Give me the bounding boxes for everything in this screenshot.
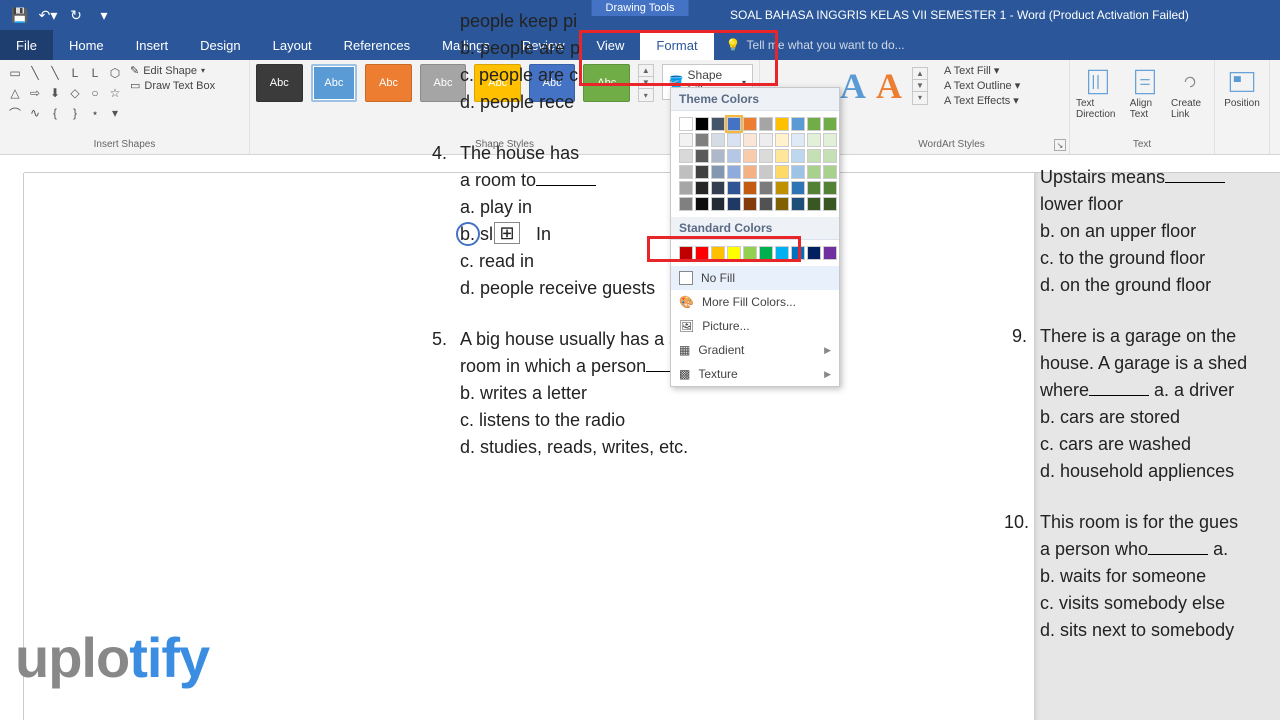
watermark: uplotify (15, 625, 209, 690)
draw-text-box-button[interactable]: ▭Draw Text Box (130, 79, 215, 92)
theme-colors-grid[interactable] (671, 111, 839, 217)
textbox-icon: ▭ (130, 79, 140, 92)
tab-insert[interactable]: Insert (120, 30, 185, 60)
qat-more-icon[interactable]: ▾ (92, 4, 116, 26)
shape-style-2[interactable]: Abc (311, 64, 358, 102)
question-number: 10. (1004, 509, 1029, 536)
group-label: Insert Shapes (6, 137, 243, 152)
layout-options-icon[interactable]: ⊞ (494, 222, 520, 244)
submenu-arrow-icon: ▶ (824, 345, 831, 356)
shape-fill-dropdown: Theme Colors Standard Colors No Fill 🎨 M… (670, 87, 840, 387)
save-icon[interactable]: 💾 (8, 4, 32, 26)
quick-access-toolbar: 💾 ↶▾ ↻ ▾ (0, 4, 124, 26)
no-fill-item[interactable]: No Fill (671, 266, 839, 290)
shape-style-1[interactable]: Abc (256, 64, 303, 102)
texture-icon: ▩ (679, 367, 690, 381)
gradient-fill-item[interactable]: ▦ Gradient ▶ (671, 338, 839, 362)
gradient-icon: ▦ (679, 343, 690, 357)
more-fill-colors-item[interactable]: 🎨 More Fill Colors... (671, 290, 839, 314)
submenu-arrow-icon: ▶ (824, 369, 831, 380)
group-insert-shapes: ▭╲╲LL⬡ △⇨⬇◇○☆ ⌒∿{}⋆▾ ✎Edit Shape▾ ▭Draw … (0, 60, 250, 154)
question-number: 5. (432, 326, 447, 353)
standard-colors-grid[interactable] (671, 240, 839, 266)
no-fill-icon (679, 271, 693, 285)
redo-icon[interactable]: ↻ (64, 4, 88, 26)
question-number: 9. (1012, 323, 1027, 350)
tab-layout[interactable]: Layout (257, 30, 328, 60)
texture-fill-item[interactable]: ▩ Texture ▶ (671, 362, 839, 386)
color-wheel-icon: 🎨 (679, 295, 694, 309)
standard-colors-header: Standard Colors (671, 217, 839, 240)
shape-style-3[interactable]: Abc (365, 64, 412, 102)
tab-file[interactable]: File (0, 30, 53, 60)
picture-icon: 🖼 (679, 319, 694, 333)
tab-references[interactable]: References (328, 30, 426, 60)
edit-shape-button[interactable]: ✎Edit Shape▾ (130, 64, 215, 77)
picture-fill-item[interactable]: 🖼 Picture... (671, 314, 839, 338)
answer-circle (456, 222, 480, 246)
tab-home[interactable]: Home (53, 30, 120, 60)
shapes-gallery[interactable]: ▭╲╲LL⬡ △⇨⬇◇○☆ ⌒∿{}⋆▾ (6, 64, 124, 122)
tab-design[interactable]: Design (184, 30, 256, 60)
edit-shape-icon: ✎ (130, 64, 139, 77)
undo-icon[interactable]: ↶▾ (36, 4, 60, 26)
question-number: 4. (432, 140, 447, 167)
theme-colors-header: Theme Colors (671, 88, 839, 111)
document-content-col2: Upstairs means lower floor b. on an uppe… (1040, 164, 1280, 668)
